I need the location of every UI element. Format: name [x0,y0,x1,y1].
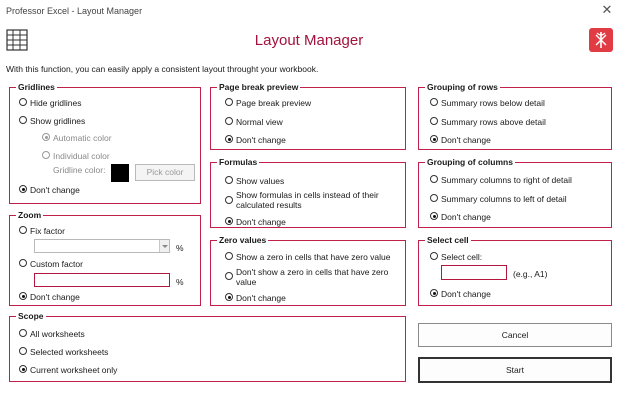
automatic-color-radio[interactable] [42,133,50,141]
page-break-dont-change-radio[interactable] [225,135,233,143]
zoom-dont-change-radio[interactable] [19,292,27,300]
window-title: Professor Excel - Layout Manager [6,6,143,16]
custom-factor-label: Custom factor [30,259,83,269]
selected-worksheets-radio[interactable] [19,347,27,355]
zoom-legend: Zoom [16,210,44,220]
gridlines-legend: Gridlines [16,82,57,92]
gridline-color-label: Gridline color: [53,165,106,175]
zoom-dont-change-label: Don't change [30,292,80,302]
custom-factor-percent: % [176,277,184,287]
show-formulas-label: Show formulas in cells instead of their … [236,190,379,210]
show-zero-radio[interactable] [225,252,233,260]
gridline-color-swatch [111,164,129,182]
select-cell-example: (e.g., A1) [513,269,548,279]
summary-columns-right-label: Summary columns to right of detail [441,175,572,185]
show-values-label: Show values [236,176,285,186]
formulas-dont-change-radio[interactable] [225,217,233,225]
dont-show-zero-label: Don't show a zero in cells that have zer… [236,267,389,287]
grouping-columns-dont-change-radio[interactable] [430,212,438,220]
zero-values-legend: Zero values [217,235,269,245]
show-formulas-radio[interactable] [225,196,233,204]
grouping-columns-legend: Grouping of columns [425,157,515,167]
page-break-dont-change-label: Don't change [236,135,286,145]
formulas-dont-change-label: Don't change [236,217,286,227]
formulas-legend: Formulas [217,157,260,167]
current-worksheet-radio[interactable] [19,365,27,373]
professor-excel-logo [589,28,613,52]
start-button[interactable]: Start [418,357,612,383]
select-cell-label: Select cell: [441,252,483,262]
page-break-preview-label: Page break preview [236,98,312,108]
summary-rows-above-radio[interactable] [430,117,438,125]
fix-factor-percent: % [176,243,184,253]
all-worksheets-radio[interactable] [19,329,27,337]
close-icon[interactable]: ✕ [600,3,614,17]
select-cell-dont-change-radio[interactable] [430,289,438,297]
individual-color-radio[interactable] [42,151,50,159]
summary-columns-left-radio[interactable] [430,194,438,202]
hide-gridlines-radio[interactable] [19,98,27,106]
automatic-color-label: Automatic color [53,133,112,143]
page-title: Layout Manager [254,32,364,49]
gridlines-dont-change-radio[interactable] [19,185,27,193]
summary-columns-left-label: Summary columns to left of detail [441,194,567,204]
select-cell-dont-change-label: Don't change [441,289,491,299]
normal-view-label: Normal view [236,117,283,127]
scope-legend: Scope [16,311,46,321]
grouping-rows-legend: Grouping of rows [425,82,500,92]
fix-factor-label: Fix factor [30,226,65,236]
show-gridlines-radio[interactable] [19,116,27,124]
summary-rows-below-radio[interactable] [430,98,438,106]
summary-columns-right-radio[interactable] [430,175,438,183]
gridlines-dont-change-label: Don't change [30,185,80,195]
summary-rows-above-label: Summary rows above detail [441,117,546,127]
grouping-columns-dont-change-label: Don't change [441,212,491,222]
summary-rows-below-label: Summary rows below detail [441,98,545,108]
select-cell-input[interactable] [441,265,507,280]
dont-show-zero-radio[interactable] [225,272,233,280]
cancel-button[interactable]: Cancel [418,323,612,347]
custom-factor-radio[interactable] [19,259,27,267]
selected-worksheets-label: Selected worksheets [30,347,109,357]
fix-factor-combo[interactable] [34,239,170,253]
hide-gridlines-label: Hide gridlines [30,98,82,108]
pick-color-button[interactable]: Pick color [135,164,195,181]
grouping-rows-dont-change-label: Don't change [441,135,491,145]
select-cell-legend: Select cell [425,235,471,245]
fix-factor-radio[interactable] [19,226,27,234]
individual-color-label: Individual color [53,151,110,161]
grouping-rows-dont-change-radio[interactable] [430,135,438,143]
page-break-preview-radio[interactable] [225,98,233,106]
select-cell-radio[interactable] [430,252,438,260]
zero-values-dont-change-label: Don't change [236,293,286,303]
chevron-down-icon[interactable] [159,240,169,252]
zero-values-dont-change-radio[interactable] [225,293,233,301]
intro-text: With this function, you can easily apply… [6,64,319,74]
current-worksheet-label: Current worksheet only [30,365,118,375]
all-worksheets-label: All worksheets [30,329,85,339]
page-break-legend: Page break preview [217,82,301,92]
custom-factor-input[interactable] [34,273,170,287]
show-values-radio[interactable] [225,176,233,184]
normal-view-radio[interactable] [225,117,233,125]
show-gridlines-label: Show gridlines [30,116,86,126]
show-zero-label: Show a zero in cells that have zero valu… [236,252,391,262]
